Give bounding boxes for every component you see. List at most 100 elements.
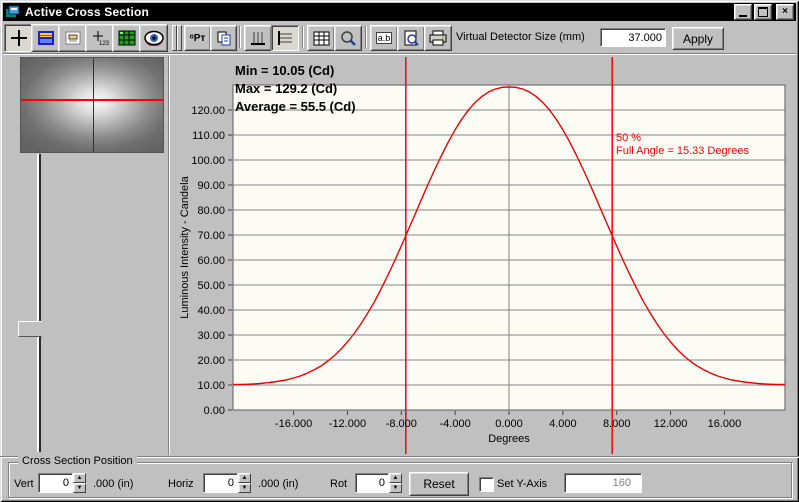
vertical-profile-tool-button[interactable] [244, 25, 272, 51]
cross-section-chart[interactable]: -16.000 -12.000 -8.000 -4.000 0.000 4.000 8.00… [172, 56, 792, 455]
svg-text:70.00: 70.00 [197, 230, 225, 242]
beam-display-icon [37, 31, 54, 45]
vertical-profile-icon [251, 32, 265, 45]
svg-text:12.000: 12.000 [654, 418, 688, 430]
minimize-icon [739, 14, 747, 17]
set-y-axis-label: Set Y-Axis [497, 478, 548, 490]
svg-text:30.00: 30.00 [197, 330, 225, 342]
label-ab-icon: a.b [375, 32, 393, 44]
horiz-spinner: ▲ ▼ [238, 473, 251, 493]
titlebar[interactable]: Active Cross Section × [3, 3, 796, 21]
close-button[interactable]: × [776, 4, 794, 20]
window-title: Active Cross Section [25, 5, 150, 19]
detector-size-label: Virtual Detector Size (mm) [456, 31, 585, 43]
copy-tool-button[interactable] [210, 25, 237, 51]
table-grid-tool-button[interactable] [307, 25, 335, 51]
chart-plot[interactable]: -16.000 -12.000 -8.000 -4.000 0.000 4.000 8.00… [172, 56, 792, 455]
label-ab-tool-button[interactable]: a.b [370, 25, 398, 51]
set-y-axis-checkbox[interactable] [479, 477, 494, 492]
rot-spin-down[interactable]: ▼ [389, 483, 402, 493]
panel-tool-button[interactable] [58, 24, 87, 52]
svg-text:100.00: 100.00 [191, 155, 225, 167]
position-readout-tool-button[interactable]: 123 [85, 24, 114, 52]
apply-button[interactable]: Apply [672, 27, 724, 50]
maximize-icon [758, 7, 768, 17]
y-axis-max-input[interactable] [564, 473, 642, 493]
vert-spin-up[interactable]: ▲ [73, 473, 86, 483]
horiz-spin-down[interactable]: ▼ [238, 483, 251, 493]
cross-section-horizontal-marker[interactable] [21, 99, 163, 101]
app-window: Active Cross Section × 123 ᵒPᴛ a.b Virtu… [0, 0, 799, 502]
minimize-button[interactable] [734, 4, 752, 20]
svg-text:Degrees: Degrees [488, 433, 530, 445]
svg-text:10.00: 10.00 [197, 380, 225, 392]
crosshair-tool-button[interactable] [4, 24, 33, 52]
rot-label: Rot [330, 478, 348, 490]
position-readout-icon: 123 [92, 31, 109, 46]
table-grid-icon [313, 31, 329, 45]
print-preview-icon [404, 30, 419, 46]
horizontal-profile-tool-button[interactable] [271, 25, 299, 51]
crosshair-icon [10, 30, 27, 46]
zoom-tool-button[interactable] [334, 25, 362, 51]
detector-size-input[interactable] [600, 28, 666, 47]
rot-spin-up[interactable]: ▲ [389, 473, 402, 483]
svg-text:0.00: 0.00 [204, 405, 225, 417]
arrow-up-icon: ▲ [241, 475, 248, 481]
eye-icon [143, 30, 164, 46]
svg-text:-12.000: -12.000 [329, 418, 366, 430]
print-preview-tool-button[interactable] [397, 25, 425, 51]
arrow-down-icon: ▼ [241, 485, 248, 491]
rot-spinner: ▲ ▼ [389, 473, 402, 493]
svg-text:90.00: 90.00 [197, 180, 225, 192]
close-icon: × [782, 6, 788, 17]
beam-profile-thumbnail[interactable] [20, 57, 164, 153]
arrow-down-icon: ▼ [76, 485, 83, 491]
green-grid-icon [118, 30, 135, 46]
svg-text:-8.000: -8.000 [386, 418, 417, 430]
eye-tool-button[interactable] [139, 24, 168, 52]
vert-spin-down[interactable]: ▼ [73, 483, 86, 493]
horiz-unit-label: .000 (in) [258, 478, 299, 490]
horiz-label: Horiz [168, 478, 194, 490]
point-profile-tool-button[interactable]: ᵒPᴛ [184, 25, 211, 51]
svg-text:8.000: 8.000 [603, 418, 631, 430]
toolbar-separator [302, 26, 304, 48]
cross-section-vertical-marker[interactable] [93, 58, 94, 152]
vert-label: Vert [14, 478, 34, 490]
svg-text:40.00: 40.00 [197, 305, 225, 317]
svg-text:-16.000: -16.000 [275, 418, 312, 430]
maximize-button[interactable] [754, 4, 772, 20]
svg-text:20.00: 20.00 [197, 355, 225, 367]
zoom-icon [341, 30, 356, 46]
svg-text:120.00: 120.00 [191, 105, 225, 117]
horiz-input[interactable] [203, 473, 238, 493]
panel-icon [65, 31, 80, 45]
print-tool-button[interactable] [424, 25, 452, 51]
arrow-up-icon: ▲ [392, 475, 399, 481]
svg-text:0.000: 0.000 [495, 418, 523, 430]
beam-display-tool-button[interactable] [31, 24, 60, 52]
printer-icon [429, 30, 447, 46]
svg-text:Luminous Intensity - Candela: Luminous Intensity - Candela [179, 175, 191, 318]
vertical-slider-track[interactable] [39, 154, 41, 452]
group-label: Cross Section Position [18, 455, 137, 467]
toolbar-bottom-separator [3, 53, 796, 55]
svg-text:50.00: 50.00 [197, 280, 225, 292]
green-grid-tool-button[interactable] [112, 24, 141, 52]
horiz-spin-up[interactable]: ▲ [238, 473, 251, 483]
svg-text:110.00: 110.00 [192, 130, 225, 142]
panel-separator [168, 56, 170, 455]
vert-input[interactable] [38, 473, 73, 493]
vertical-slider-thumb[interactable] [18, 321, 51, 337]
reset-button[interactable]: Reset [409, 472, 469, 496]
svg-text:123: 123 [99, 41, 109, 46]
svg-text:16.000: 16.000 [708, 418, 742, 430]
svg-text:-4.000: -4.000 [440, 418, 471, 430]
rot-input[interactable] [355, 473, 389, 493]
svg-text:80.00: 80.00 [197, 205, 225, 217]
toolbar-separator [239, 26, 241, 48]
vert-spinner: ▲ ▼ [73, 473, 86, 493]
toolbar-grip[interactable] [177, 25, 182, 51]
svg-text:60.00: 60.00 [197, 255, 225, 267]
